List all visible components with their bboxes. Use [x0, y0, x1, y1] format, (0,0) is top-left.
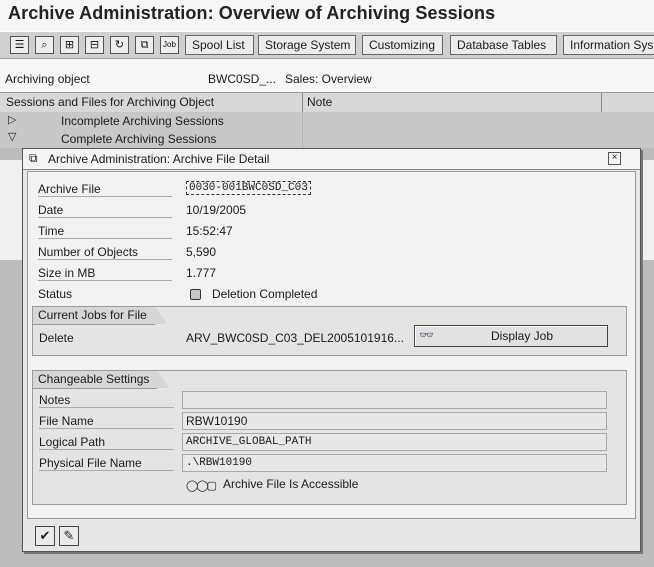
status-label: Status	[38, 287, 73, 301]
new-icon[interactable]: ⊞	[60, 36, 79, 54]
dialog-title-bar: ⧉ Archive Administration: Archive File D…	[23, 149, 640, 170]
display-job-button[interactable]: 👓 Display Job	[414, 325, 608, 347]
file-name-field[interactable]: RBW10190	[182, 412, 607, 430]
archive-file-detail-dialog: ⧉ Archive Administration: Archive File D…	[22, 148, 641, 552]
file-name-label: File Name	[39, 414, 174, 429]
column-divider	[302, 93, 303, 112]
dialog-window-icon: ⧉	[29, 151, 38, 165]
traffic-light-icon: ◯◯▢	[186, 480, 217, 492]
refresh-icon[interactable]: ↻	[110, 36, 129, 54]
time-label: Time	[38, 224, 172, 239]
size-label: Size in MB	[38, 266, 172, 281]
edit-check-icon[interactable]: ✎	[59, 526, 79, 546]
status-indicator-icon	[190, 289, 201, 300]
zoom-icon[interactable]: ⌕	[35, 36, 54, 54]
archiving-object-description: Sales: Overview	[285, 72, 372, 86]
close-icon[interactable]: ×	[608, 152, 621, 165]
column-divider	[302, 112, 303, 148]
background-area	[0, 160, 22, 260]
time-value: 15:52:47	[186, 224, 233, 238]
sessions-tree: ▷ Incomplete Archiving Sessions ▽ Comple…	[0, 112, 654, 148]
archive-file-label: Archive File	[38, 182, 172, 197]
delete-job-value: ARV_BWC0SD_C03_DEL2005101916...	[186, 331, 404, 345]
display-job-label: Display Job	[490, 329, 554, 343]
details-icon[interactable]: ☰	[10, 36, 29, 54]
dialog-content: Archive File 0030-001BWC0SD_C03 Date 10/…	[27, 171, 636, 519]
database-tables-button[interactable]: Database Tables	[450, 35, 557, 55]
note-column-header[interactable]: Note	[307, 95, 332, 109]
physical-file-name-field[interactable]: .\RBW10190	[182, 454, 607, 472]
copy-icon[interactable]: ⧉	[135, 36, 154, 54]
physical-file-name-label: Physical File Name	[39, 456, 174, 471]
column-divider	[601, 93, 602, 112]
expand-arrow-icon[interactable]: ▷	[8, 113, 16, 126]
spool-list-button[interactable]: Spool List	[185, 35, 254, 55]
information-system-button[interactable]: Information System	[563, 35, 654, 55]
number-of-objects-value: 5,590	[186, 245, 217, 259]
date-label: Date	[38, 203, 172, 218]
tree-node-incomplete-sessions[interactable]: Incomplete Archiving Sessions	[61, 114, 224, 128]
logical-path-field[interactable]: ARCHIVE_GLOBAL_PATH	[182, 433, 607, 451]
sessions-grid-header: Sessions and Files for Archiving Object …	[0, 92, 654, 113]
archive-accessible-text: Archive File Is Accessible	[223, 477, 359, 491]
logical-path-label: Logical Path	[39, 435, 174, 450]
archiving-object-label: Archiving object	[5, 72, 90, 86]
storage-system-button[interactable]: Storage System	[258, 35, 356, 55]
status-value: Deletion Completed	[212, 287, 318, 301]
delete-job-label: Delete	[39, 331, 74, 345]
current-jobs-group: Current Jobs for File Delete ARV_BWC0SD_…	[32, 306, 627, 356]
job-icon[interactable]: Job	[160, 36, 179, 54]
size-value: 1.777	[186, 266, 217, 280]
notes-field[interactable]	[182, 391, 607, 409]
customizing-button[interactable]: Customizing	[362, 35, 443, 55]
background-area	[640, 160, 654, 260]
changeable-settings-group: Changeable Settings Notes File Name RBW1…	[32, 370, 627, 505]
date-value: 10/19/2005	[186, 203, 247, 217]
window-title: Archive Administration: Overview of Arch…	[8, 3, 496, 23]
notes-label: Notes	[39, 393, 174, 408]
collapse-arrow-icon[interactable]: ▽	[8, 130, 16, 143]
archive-file-value[interactable]: 0030-001BWC0SD_C03	[186, 181, 311, 195]
tree-node-complete-sessions[interactable]: Complete Archiving Sessions	[61, 132, 216, 146]
archiving-object-value: BWC0SD_...	[208, 72, 277, 86]
archiving-object-row: Archiving object BWC0SD_... Sales: Overv…	[0, 68, 654, 90]
dialog-title: Archive Administration: Archive File Det…	[48, 152, 270, 166]
stop-icon[interactable]: ⊟	[85, 36, 104, 54]
confirm-check-icon[interactable]: ✔	[35, 526, 55, 546]
current-jobs-group-title: Current Jobs for File	[32, 306, 167, 325]
changeable-settings-group-title: Changeable Settings	[32, 370, 170, 389]
application-toolbar: ☰ ⌕ ⊞ ⊟ ↻ ⧉ Job Spool List Storage Syste…	[0, 31, 654, 59]
sessions-column-header[interactable]: Sessions and Files for Archiving Object	[6, 95, 214, 109]
number-of-objects-label: Number of Objects	[38, 245, 172, 260]
